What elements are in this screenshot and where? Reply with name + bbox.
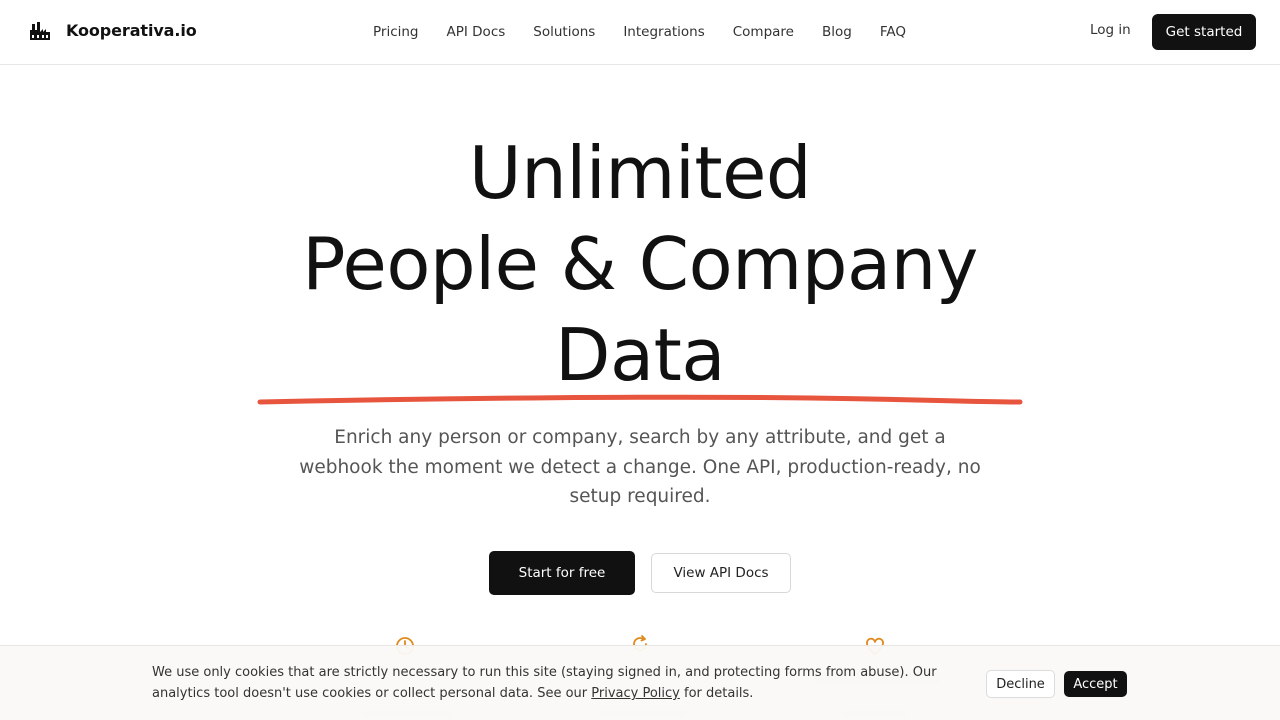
login-link[interactable]: Log in — [1090, 22, 1131, 38]
hero-underline-stroke — [257, 394, 1023, 405]
view-api-docs-button[interactable]: View API Docs — [651, 553, 791, 593]
get-started-button[interactable]: Get started — [1152, 14, 1256, 50]
hero-title-line-3: Data — [555, 313, 725, 397]
start-for-free-button[interactable]: Start for free — [489, 551, 635, 595]
decline-cookies-button[interactable]: Decline — [986, 670, 1055, 698]
cookie-message-tail: for details. — [679, 686, 754, 701]
cookie-message-text: We use only cookies that are strictly ne… — [152, 665, 937, 701]
cookie-banner: We use only cookies that are strictly ne… — [0, 645, 1280, 720]
nav-item-pricing[interactable]: Pricing — [373, 24, 419, 40]
factory-icon — [30, 22, 50, 40]
privacy-policy-link[interactable]: Privacy Policy — [591, 686, 680, 701]
cookie-message: We use only cookies that are strictly ne… — [152, 662, 952, 704]
nav-item-solutions[interactable]: Solutions — [533, 24, 595, 40]
brand-logo[interactable]: Kooperativa.io — [28, 18, 197, 42]
hero-subtitle: Enrich any person or company, search by … — [299, 427, 981, 507]
nav-item-integrations[interactable]: Integrations — [623, 24, 704, 40]
accept-cookies-button[interactable]: Accept — [1064, 671, 1127, 697]
nav-item-compare[interactable]: Compare — [733, 24, 794, 40]
nav-item-faq[interactable]: FAQ — [880, 24, 906, 40]
nav-item-api-docs[interactable]: API Docs — [447, 24, 506, 40]
brand-name: Kooperativa.io — [66, 20, 197, 40]
main-nav: Pricing API Docs Solutions Integrations … — [373, 0, 906, 64]
site-header: Kooperativa.io Pricing API Docs Solution… — [0, 0, 1280, 65]
hero-title-line-1: Unlimited — [468, 131, 812, 215]
nav-item-blog[interactable]: Blog — [822, 24, 852, 40]
hero-title-line-2: People & Company — [302, 222, 978, 306]
hero-title: Unlimited People & Company Data — [0, 128, 1280, 401]
